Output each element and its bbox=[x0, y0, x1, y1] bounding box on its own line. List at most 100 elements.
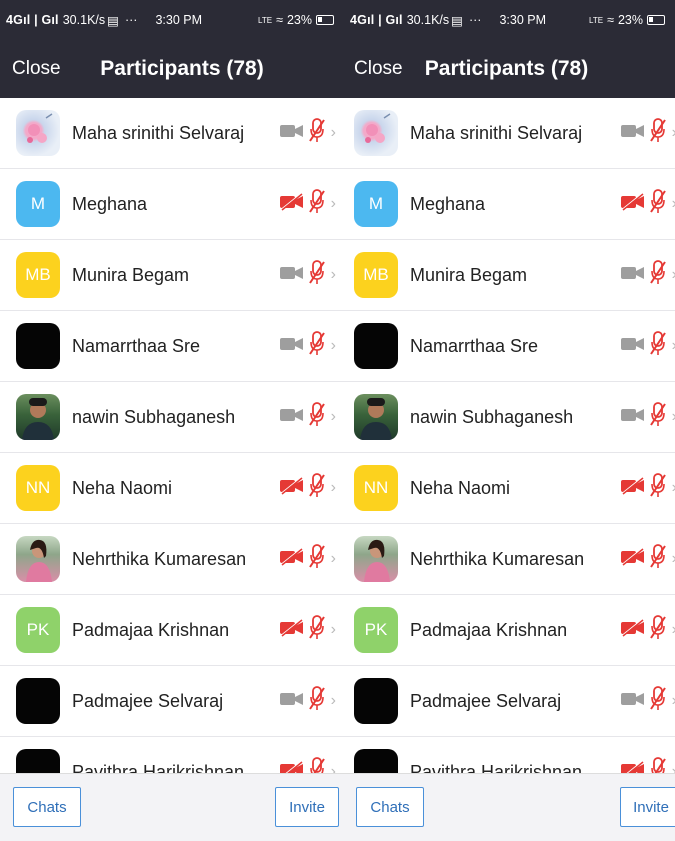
invite-button[interactable]: Invite bbox=[620, 787, 675, 827]
participant-row[interactable]: Pavithra Harikrishnan› bbox=[0, 737, 344, 773]
avatar: MB bbox=[16, 252, 60, 298]
video-camera-icon bbox=[279, 406, 305, 429]
page-title: Participants (78) bbox=[100, 57, 264, 80]
avatar bbox=[16, 536, 60, 582]
microphone-muted-icon bbox=[649, 330, 666, 362]
avatar: M bbox=[354, 181, 398, 227]
more-notifications-icon: ··· bbox=[468, 13, 482, 27]
participant-name: Maha srinithi Selvaraj bbox=[72, 122, 245, 143]
avatar bbox=[16, 110, 60, 156]
avatar: PK bbox=[16, 607, 60, 653]
avatar bbox=[354, 110, 398, 156]
network-speed: 30.1K/s bbox=[406, 13, 450, 27]
participant-row[interactable]: Padmajee Selvaraj› bbox=[0, 666, 344, 737]
video-camera-icon bbox=[620, 547, 646, 571]
participant-row[interactable]: nawin Subhaganesh› bbox=[344, 382, 675, 453]
participant-name: Nehrthika Kumaresan bbox=[72, 548, 247, 569]
microphone-muted-icon bbox=[308, 472, 325, 504]
participant-row[interactable]: NNNeha Naomi› bbox=[0, 453, 344, 524]
participant-row[interactable]: Nehrthika Kumaresan› bbox=[344, 524, 675, 595]
signal-indicator: 4Gıl | Gıl bbox=[6, 13, 59, 27]
participant-row[interactable]: Padmajee Selvaraj› bbox=[344, 666, 675, 737]
participant-list[interactable]: Maha srinithi Selvaraj›MMeghana› MB Munira… bbox=[344, 98, 675, 773]
microphone-muted-icon bbox=[649, 472, 666, 504]
participant-row[interactable]: Pavithra Harikrishnan› bbox=[344, 737, 675, 773]
more-notifications-icon: ··· bbox=[124, 13, 138, 27]
participant-row[interactable]: nawin Subhaganesh › bbox=[0, 382, 344, 453]
microphone-muted-icon bbox=[649, 401, 666, 433]
participant-name: Padmajee Selvaraj bbox=[72, 690, 224, 711]
avatar-initials: NN bbox=[363, 478, 389, 497]
avatar-initials: MB bbox=[25, 265, 51, 284]
video-camera-icon bbox=[620, 760, 646, 773]
microphone-muted-icon bbox=[308, 543, 325, 575]
battery-percent: 23% bbox=[617, 13, 643, 27]
avatar: NN bbox=[354, 465, 398, 511]
avatar bbox=[16, 749, 60, 773]
participant-row[interactable]: NNNeha Naomi› bbox=[344, 453, 675, 524]
invite-button[interactable]: Invite bbox=[275, 787, 339, 827]
participant-name: Padmajaa Krishnan bbox=[410, 619, 568, 640]
participant-row[interactable]: MMeghana› bbox=[344, 169, 675, 240]
avatar: MB bbox=[354, 252, 398, 298]
sim-icon: ▤ bbox=[107, 13, 119, 28]
participant-name: Namarrthaa Sre bbox=[410, 335, 539, 356]
participant-row[interactable]: MBMunira Begam› bbox=[344, 240, 675, 311]
microphone-muted-icon bbox=[308, 259, 325, 291]
header-bar: Close Participants (78) bbox=[344, 40, 675, 98]
participant-row[interactable]: Namarrthaa Sre› bbox=[0, 311, 344, 382]
chevron-right-icon: › bbox=[330, 479, 336, 496]
avatar bbox=[354, 678, 398, 724]
participant-row[interactable]: Maha srinithi Selvaraj› bbox=[0, 98, 344, 169]
status-time: 3:30 PM bbox=[155, 13, 202, 27]
microphone-muted-icon bbox=[308, 188, 325, 220]
lte-indicator: LTE bbox=[589, 15, 604, 25]
participant-row[interactable]: MBMunira Begam› bbox=[0, 240, 344, 311]
wifi-icon: ≈ bbox=[607, 13, 614, 27]
participants-screen-right: 4Gıl | Gıl 30.1K/s ▤ ··· 3:30 PM LTE ≈23% Close… bbox=[344, 0, 675, 841]
participant-name: Munira Begam bbox=[410, 264, 528, 285]
avatar: PK bbox=[354, 607, 398, 653]
participant-list[interactable]: Maha srinithi Selvaraj›MMeghana›MBMunira… bbox=[0, 98, 344, 773]
chevron-right-icon: › bbox=[330, 195, 336, 212]
video-camera-icon bbox=[279, 690, 305, 713]
video-camera-icon bbox=[620, 476, 646, 500]
video-camera-icon bbox=[620, 406, 646, 429]
microphone-muted-icon bbox=[649, 614, 666, 646]
avatar-initials: PK bbox=[364, 620, 388, 639]
lte-indicator: LTE bbox=[258, 15, 273, 25]
battery-icon bbox=[647, 15, 665, 25]
participant-name: Padmajaa Krishnan bbox=[72, 619, 230, 640]
participant-row[interactable]: Maha srinithi Selvaraj› bbox=[344, 98, 675, 169]
battery-icon bbox=[316, 15, 334, 25]
participant-name: Meghana bbox=[72, 193, 148, 214]
participant-row[interactable]: PKPadmajaa Krishnan› bbox=[0, 595, 344, 666]
status-time: 3:30 PM bbox=[499, 13, 546, 27]
chats-button[interactable]: Chats bbox=[13, 787, 81, 827]
microphone-muted-icon bbox=[308, 401, 325, 433]
video-camera-icon bbox=[620, 618, 646, 642]
participant-row[interactable]: Nehrthika Kumaresan› bbox=[0, 524, 344, 595]
participant-row[interactable]: M Meghana › bbox=[0, 169, 344, 240]
wifi-icon: ≈ bbox=[276, 13, 283, 27]
participant-name: Neha Naomi bbox=[72, 477, 173, 498]
microphone-muted-icon bbox=[649, 543, 666, 575]
avatar bbox=[16, 678, 60, 724]
chats-button[interactable]: Chats bbox=[356, 787, 424, 827]
participant-row[interactable]: Namarrthaa Sre› bbox=[344, 311, 675, 382]
video-camera-icon bbox=[279, 618, 305, 642]
avatar: M bbox=[16, 181, 60, 227]
avatar bbox=[16, 323, 60, 369]
sim-icon: ▤ bbox=[451, 13, 463, 28]
avatar-initials: MB bbox=[363, 265, 389, 284]
avatar-initials: PK bbox=[26, 620, 50, 639]
participant-name: Neha Naomi bbox=[410, 477, 511, 498]
microphone-muted-icon bbox=[650, 756, 666, 773]
video-camera-icon bbox=[279, 122, 305, 145]
avatar bbox=[16, 394, 60, 440]
video-camera-icon bbox=[279, 264, 305, 287]
microphone-muted-icon bbox=[309, 756, 325, 773]
participant-name: nawin Subhaganesh bbox=[72, 406, 236, 427]
participant-row[interactable]: PKPadmajaa Krishnan› bbox=[344, 595, 675, 666]
chevron-right-icon: › bbox=[330, 408, 336, 425]
